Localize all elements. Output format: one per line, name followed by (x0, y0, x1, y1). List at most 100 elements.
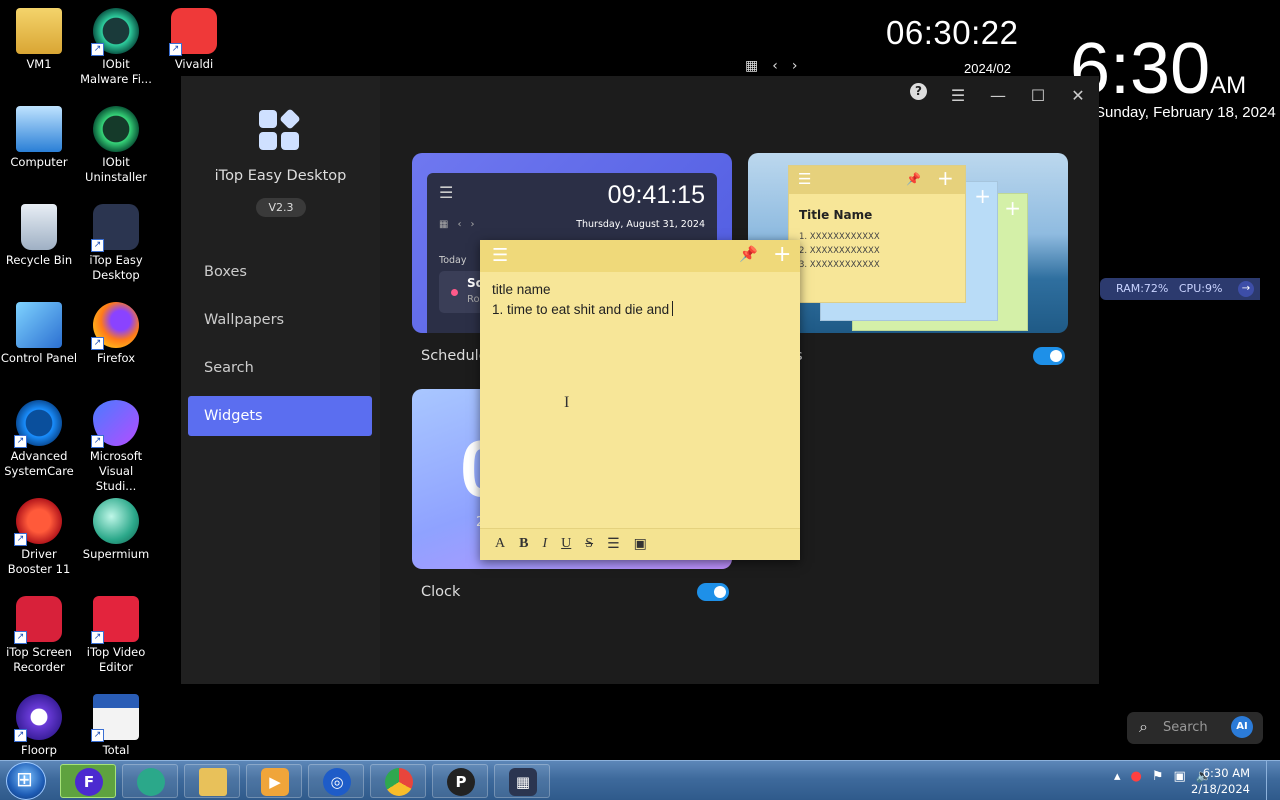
note-front: ☰ 📌 + Title Name 1. XXXXXXXXXXXX 2. XXXX… (788, 165, 966, 303)
media-player-icon: ▶ (261, 768, 289, 796)
search-placeholder: Search (1163, 720, 1208, 735)
control-panel-icon (16, 302, 62, 348)
chevron-left-icon[interactable]: ‹ (772, 58, 778, 74)
folder-icon (16, 8, 62, 54)
taskbar-app-file-explorer[interactable] (184, 764, 240, 798)
desktop-icon-visual-studio[interactable]: ↗ Microsoft Visual Studi... (77, 400, 155, 494)
text-cursor-icon: I (564, 394, 570, 411)
desktop-icon-itop-easy-desktop[interactable]: ↗ iTop Easy Desktop (77, 204, 155, 283)
cpu-usage: CPU:9% (1178, 282, 1223, 295)
desktop-icon-driver-booster[interactable]: ↗ Driver Booster 11 (0, 498, 78, 577)
network-icon[interactable]: ▣ (1174, 769, 1186, 784)
desktop-search-box[interactable]: ⌕ Search AI (1127, 712, 1263, 744)
clock-widget-time: 06:30:22 (886, 14, 1019, 51)
sidebar-item-search[interactable]: Search (188, 348, 372, 388)
taskbar-app-floorp[interactable]: F (60, 764, 116, 798)
ram-usage: RAM:72% (1116, 282, 1169, 295)
chevron-right-icon[interactable]: › (792, 58, 798, 74)
desktop-icon-label: iTop Screen Recorder (6, 645, 72, 674)
calendar-icon[interactable]: ▦ (745, 58, 758, 74)
schedule-preview-today: Today (439, 255, 467, 266)
desktop-icon-floorp[interactable]: ↗ Floorp (0, 694, 78, 758)
plus-icon[interactable]: + (773, 242, 791, 267)
taskbar-date: 2/18/2024 (1191, 782, 1250, 796)
maximize-button[interactable]: ☐ (1024, 82, 1052, 110)
system-monitor-widget[interactable]: RAM:72% CPU:9% → (1100, 278, 1260, 300)
app-name: iTop Easy Desktop (214, 168, 347, 184)
sticky-note[interactable]: ☰ 📌 + title name 1. time to eat shit and… (480, 240, 800, 560)
desktop-icon-vm1[interactable]: VM1 (0, 8, 78, 72)
taskbar-app-itop-easy-desktop[interactable]: ▦ (494, 764, 550, 798)
menu-icon[interactable]: ☰ (492, 245, 508, 266)
note-preview-item: 2. XXXXXXXXXXXX (799, 246, 880, 256)
minimize-button[interactable]: — (984, 82, 1012, 110)
schedule-preview-date: Thursday, August 31, 2024 (576, 219, 705, 230)
underline-button[interactable]: U (561, 536, 571, 560)
strikethrough-button[interactable]: S (585, 536, 593, 560)
floorp-icon: F (75, 768, 103, 796)
start-button[interactable] (6, 762, 46, 800)
pin-icon: 📌 (906, 172, 921, 186)
image-icon[interactable]: ▣ (634, 536, 647, 560)
desktop-icon-iobit-malware-fighter[interactable]: ↗ IObit Malware Fi... (77, 8, 155, 87)
desktop-icon-advanced-systemcare[interactable]: ↗ Advanced SystemCare (0, 400, 78, 479)
clock-toggle[interactable] (697, 583, 729, 601)
desktop-icon-iobit-uninstaller[interactable]: IObit Uninstaller (77, 106, 155, 185)
show-hidden-icons-icon[interactable]: ▴ (1114, 769, 1121, 784)
italic-button[interactable]: I (542, 536, 547, 560)
sidebar: iTop Easy Desktop V2.3 Boxes Wallpapers … (181, 76, 380, 684)
advanced-systemcare-icon: ↗ (14, 400, 62, 448)
desktop-icon-computer[interactable]: Computer (0, 106, 78, 170)
list-icon[interactable]: ☰ (607, 536, 620, 560)
note-preview-item: 1. XXXXXXXXXXXX (799, 232, 880, 242)
desktop: VM1 Computer Recycle Bin Control Panel ↗… (0, 0, 1280, 800)
desktop-icon-label: Floorp (21, 743, 57, 757)
text-caret (672, 301, 674, 316)
taskbar-app-supermium[interactable] (122, 764, 178, 798)
iobit-uninstaller-icon (93, 106, 139, 152)
itop-easy-desktop-icon: ▦ (509, 768, 537, 796)
driver-booster-icon: ↗ (14, 498, 62, 546)
help-icon[interactable]: ? (910, 83, 927, 100)
floorp-icon: ↗ (14, 694, 62, 742)
computer-icon (16, 106, 62, 152)
desktop-icon-supermium[interactable]: Supermium (77, 498, 155, 562)
notes-toggle[interactable] (1033, 347, 1065, 365)
sidebar-item-widgets[interactable]: Widgets (188, 396, 372, 436)
taskbar-app-chrome[interactable] (370, 764, 426, 798)
menu-icon[interactable]: ☰ (944, 82, 972, 110)
desktop-icon-control-panel[interactable]: Control Panel (0, 302, 78, 366)
calendar-nav: ▦ ‹ › (745, 58, 797, 74)
arrow-right-icon[interactable]: → (1238, 281, 1254, 297)
desktop-icon-label: Recycle Bin (5, 253, 73, 267)
taskbar-app-browser[interactable]: ◎ (308, 764, 364, 798)
close-button[interactable]: ✕ (1064, 82, 1092, 110)
taskbar-app-media-player[interactable]: ▶ (246, 764, 302, 798)
flag-icon[interactable]: ⚑ (1152, 769, 1164, 784)
schedule-label: Schedule (421, 348, 488, 364)
bold-button[interactable]: B (519, 536, 528, 560)
ai-icon[interactable]: AI (1231, 716, 1253, 738)
sticky-note-line: 1. time to eat shit and die and (492, 302, 670, 317)
desktop-icon-itop-video-editor[interactable]: ↗ iTop Video Editor (77, 596, 155, 675)
show-desktop-button[interactable] (1266, 761, 1280, 800)
taskbar-app-p[interactable]: P (432, 764, 488, 798)
desktop-icon-firefox[interactable]: ↗ Firefox (77, 302, 155, 366)
sticky-note-editor[interactable]: title name 1. time to eat shit and die a… (492, 280, 790, 320)
taskbar-clock[interactable]: 6:30 AM 2/18/2024 (1191, 765, 1250, 797)
supermium-icon (137, 768, 165, 796)
desktop-icon-total[interactable]: ↗ Total (77, 694, 155, 758)
desktop-icon-vivaldi[interactable]: ↗ Vivaldi (155, 8, 233, 72)
sidebar-item-wallpapers[interactable]: Wallpapers (188, 300, 372, 340)
schedule-preview-nav: ▦ ‹ › (439, 219, 474, 230)
desktop-icon-recycle-bin[interactable]: Recycle Bin (0, 204, 78, 268)
version-badge: V2.3 (256, 198, 306, 217)
security-icon[interactable]: ● (1131, 769, 1142, 784)
pin-icon[interactable]: 📌 (739, 245, 758, 263)
menu-icon: ☰ (439, 183, 454, 202)
desktop-icon-itop-screen-recorder[interactable]: ↗ iTop Screen Recorder (0, 596, 78, 675)
font-color-button[interactable]: A (495, 536, 505, 560)
sidebar-item-boxes[interactable]: Boxes (188, 252, 372, 292)
browser-icon: ◎ (323, 768, 351, 796)
clock-widget-date: 2024/02 (964, 61, 1011, 76)
